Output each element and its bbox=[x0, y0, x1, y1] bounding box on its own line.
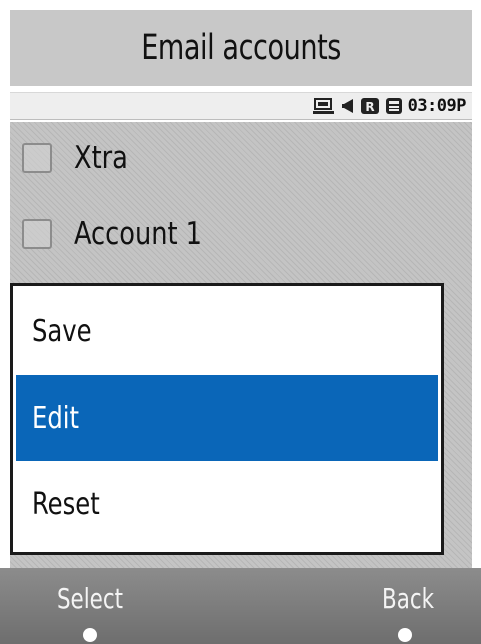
menu-item-label: Edit bbox=[32, 400, 80, 436]
speaker-icon bbox=[341, 97, 355, 115]
back-softkey[interactable]: Back bbox=[357, 582, 459, 615]
menu-item-reset[interactable]: Reset bbox=[16, 461, 438, 547]
account-label: Account 1 bbox=[74, 216, 203, 252]
menu-item-edit[interactable]: Edit bbox=[16, 375, 438, 461]
phone-screen: Email accounts R 03:09P Xtra Account 1 S… bbox=[0, 0, 481, 644]
account-checkbox[interactable] bbox=[22, 219, 52, 249]
account-item-xtra[interactable]: Xtra bbox=[10, 130, 470, 186]
page-title: Email accounts bbox=[141, 28, 341, 68]
svg-text:R: R bbox=[365, 100, 374, 114]
menu-item-label: Reset bbox=[32, 486, 100, 522]
account-item-account-1[interactable]: Account 1 bbox=[10, 206, 470, 262]
status-bar: R 03:09P bbox=[10, 92, 472, 120]
account-label: Xtra bbox=[74, 140, 128, 176]
status-time: 03:09P bbox=[407, 96, 467, 116]
left-softkey-indicator-icon bbox=[83, 628, 97, 642]
right-softkey-indicator-icon bbox=[398, 628, 412, 642]
account-checkbox[interactable] bbox=[22, 143, 52, 173]
title-bar: Email accounts bbox=[10, 10, 472, 86]
menu-item-save[interactable]: Save bbox=[16, 288, 438, 374]
options-popup-menu: Save Edit Reset bbox=[10, 283, 444, 555]
battery-icon bbox=[385, 97, 403, 115]
network-icon bbox=[312, 97, 336, 115]
softkey-bar: Select Back bbox=[0, 568, 481, 644]
roaming-r-icon: R bbox=[360, 97, 380, 115]
select-softkey[interactable]: Select bbox=[39, 582, 141, 615]
menu-item-label: Save bbox=[32, 313, 92, 349]
